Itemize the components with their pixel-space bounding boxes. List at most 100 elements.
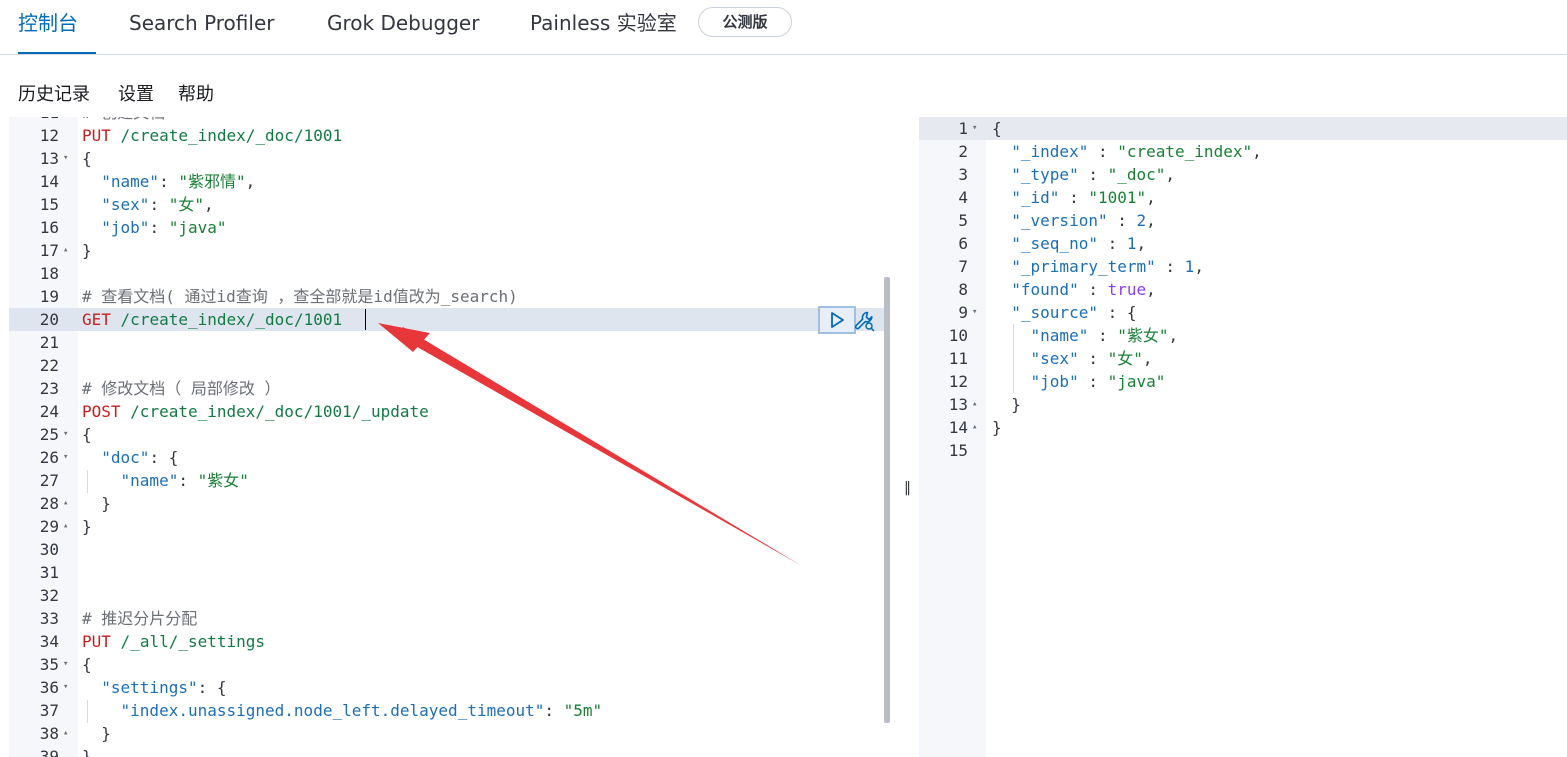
- tab-console[interactable]: 控制台: [18, 0, 96, 54]
- line-number: 11: [948, 349, 968, 368]
- pane-divider[interactable]: [898, 117, 919, 757]
- code-line: "doc": {: [101, 448, 179, 467]
- line-number: 39: [39, 747, 59, 757]
- line-number: 7: [958, 257, 968, 276]
- tab-painless-lab[interactable]: Painless 实验室: [530, 0, 677, 54]
- fold-close-icon[interactable]: ▴: [972, 393, 977, 416]
- fold-open-icon[interactable]: ▾: [63, 147, 68, 170]
- code-line: # 创建文档: [82, 117, 165, 124]
- fold-close-icon[interactable]: ▴: [63, 239, 68, 262]
- code-line: {: [82, 425, 92, 444]
- line-number: 31: [39, 563, 59, 582]
- indent-guide: [1013, 324, 1014, 393]
- code-line: "_seq_no" : 1,: [1011, 234, 1147, 253]
- code-line: }: [82, 241, 92, 260]
- line-number: 25: [39, 425, 59, 444]
- code-line: "found" : true,: [1011, 280, 1156, 299]
- code-line: "name": "紫邪情",: [101, 172, 256, 191]
- code-line: POST /create_index/_doc/1001/_update: [82, 402, 429, 421]
- line-number: 20: [39, 310, 59, 329]
- text-cursor: [365, 309, 366, 330]
- line-number: 16: [39, 218, 59, 237]
- line-number: 11: [9, 117, 59, 124]
- history-link[interactable]: 历史记录: [18, 80, 90, 106]
- code-line: "_source" : {: [1011, 303, 1137, 322]
- play-icon: [831, 312, 844, 328]
- code-line: "sex": "女",: [101, 195, 214, 214]
- line-number: 8: [958, 280, 968, 299]
- line-number: 6: [958, 234, 968, 253]
- code-line: # 推迟分片分配: [82, 609, 198, 628]
- line-number: 34: [39, 632, 59, 651]
- request-editor[interactable]: 11# 创建文档12PUT /create_index/_doc/100113▾…: [0, 117, 898, 757]
- line-number: 33: [39, 609, 59, 628]
- line-number: 13: [39, 149, 59, 168]
- line-number: 15: [948, 441, 968, 460]
- fold-open-icon[interactable]: ▾: [972, 301, 977, 324]
- fold-close-icon[interactable]: ▴: [972, 416, 977, 439]
- code-line: "_type" : "_doc",: [1011, 165, 1176, 184]
- tab-grok-debugger[interactable]: Grok Debugger: [327, 0, 479, 54]
- fold-open-icon[interactable]: ▾: [63, 653, 68, 676]
- drag-handle-icon[interactable]: ‖: [904, 480, 911, 496]
- fold-close-icon[interactable]: ▴: [63, 492, 68, 515]
- code-line: "name" : "紫女",: [1030, 326, 1179, 345]
- code-line: {: [992, 119, 1002, 138]
- line-number: 1: [958, 119, 968, 138]
- line-number: 23: [39, 379, 59, 398]
- settings-link[interactable]: 设置: [118, 80, 154, 106]
- code-line: }: [992, 418, 1002, 437]
- line-number: 9: [958, 303, 968, 322]
- code-line: PUT /_all/_settings: [82, 632, 266, 651]
- code-line: # 查看文档( 通过id查询 ，查全部就是id值改为_search): [82, 287, 518, 306]
- line-number: 26: [39, 448, 59, 467]
- fold-open-icon[interactable]: ▾: [63, 423, 68, 446]
- line-number: 30: [39, 540, 59, 559]
- line-number: 24: [39, 402, 59, 421]
- indent-guide: [87, 470, 88, 493]
- code-line: "job": "java": [101, 218, 227, 237]
- code-line: "settings": {: [101, 678, 227, 697]
- line-number: 19: [39, 287, 59, 306]
- fold-open-icon[interactable]: ▾: [63, 676, 68, 699]
- line-number: 21: [39, 333, 59, 352]
- fold-close-icon[interactable]: ▴: [63, 515, 68, 538]
- line-number: 28: [39, 494, 59, 513]
- code-line: }: [82, 747, 92, 757]
- line-number: 17: [39, 241, 59, 260]
- code-line: }: [992, 395, 1021, 414]
- request-scrollbar[interactable]: [884, 277, 890, 723]
- beta-badge: 公测版: [698, 7, 792, 37]
- code-line: {: [82, 149, 92, 168]
- fold-open-icon[interactable]: ▾: [63, 446, 68, 469]
- fold-open-icon[interactable]: ▾: [972, 117, 977, 140]
- line-number: 29: [39, 517, 59, 536]
- code-line: "sex" : "女",: [1030, 349, 1153, 368]
- line-number: 12: [39, 126, 59, 145]
- help-link[interactable]: 帮助: [178, 80, 214, 106]
- indent-guide: [87, 700, 88, 723]
- code-line: }: [82, 724, 111, 743]
- top-nav-tabs: 控制台 Search Profiler Grok Debugger Painle…: [0, 0, 1567, 55]
- code-line: {: [82, 655, 92, 674]
- line-number: 15: [39, 195, 59, 214]
- line-number: 37: [39, 701, 59, 720]
- code-line: }: [82, 494, 111, 513]
- line-number: 3: [958, 165, 968, 184]
- wrench-icon[interactable]: [853, 309, 877, 333]
- run-request-button[interactable]: [818, 306, 856, 334]
- response-active-line: [919, 117, 1567, 140]
- fold-close-icon[interactable]: ▴: [63, 722, 68, 745]
- code-line: "_index" : "create_index",: [1011, 142, 1262, 161]
- code-line: "_id" : "1001",: [1011, 188, 1156, 207]
- line-number: 2: [958, 142, 968, 161]
- line-number: 12: [948, 372, 968, 391]
- tab-search-profiler[interactable]: Search Profiler: [129, 0, 274, 54]
- line-number: 22: [39, 356, 59, 375]
- code-line: }: [82, 517, 92, 536]
- code-line: "_version" : 2,: [1011, 211, 1156, 230]
- code-line: "_primary_term" : 1,: [1011, 257, 1204, 276]
- line-number: 38: [39, 724, 59, 743]
- response-viewer: 1 ▾{2 "_index" : "create_index", 3 "_type"…: [919, 117, 1567, 757]
- line-number: 13: [948, 395, 968, 414]
